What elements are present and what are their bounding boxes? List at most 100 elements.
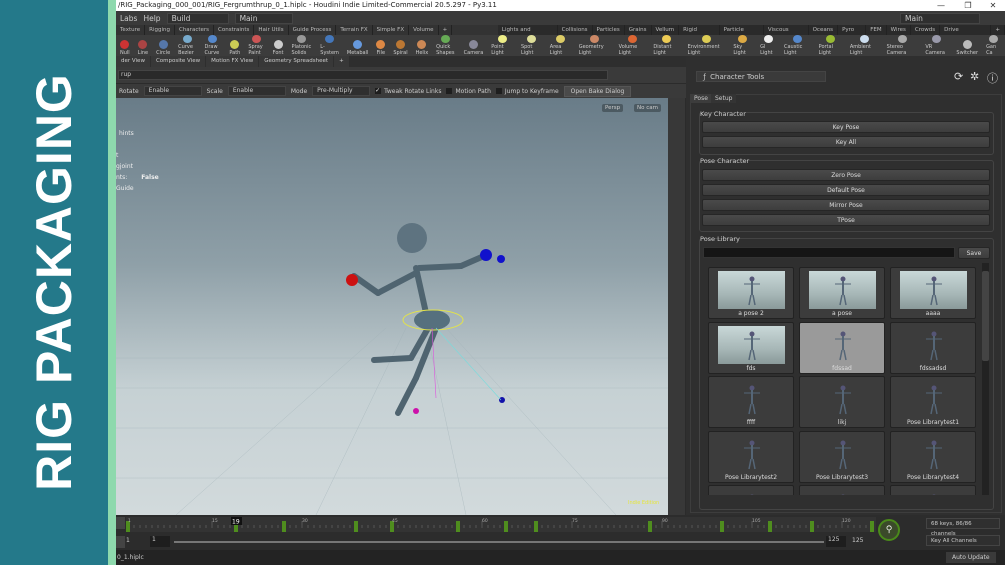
tweak-rotate-checkbox[interactable]: ✓ Tweak Rotate Links: [375, 88, 441, 95]
close-button[interactable]: ✕: [983, 0, 1003, 11]
shelf-tool[interactable]: Font: [269, 35, 288, 56]
key-mode-select[interactable]: Key All Channels: [926, 535, 1000, 546]
shelf-tab[interactable]: Lights and Cameras: [498, 25, 558, 43]
viewport[interactable]: Persp No cam hints t gjoint nts: False Gu…: [116, 98, 668, 515]
camera-menu[interactable]: Persp: [602, 104, 624, 112]
key-all-button[interactable]: Key All: [702, 136, 990, 148]
shelf-tool[interactable]: Camera: [460, 35, 488, 56]
shelf-tool[interactable]: Point Light: [487, 35, 517, 56]
tab-setup[interactable]: Setup: [711, 94, 737, 103]
refresh-icon[interactable]: ⟳: [954, 70, 963, 83]
viewport-toolbar[interactable]: [668, 98, 685, 515]
update-mode-select[interactable]: Auto Update: [946, 552, 996, 563]
help-icon[interactable]: ⓘ: [987, 70, 998, 86]
playback-end-field[interactable]: 125: [826, 536, 846, 547]
pose-thumbnail[interactable]: [890, 485, 976, 495]
pose-thumbnail[interactable]: [799, 485, 885, 495]
pose-thumbnail[interactable]: aaaa: [890, 267, 976, 319]
pose-thumbnail[interactable]: Pose Librarytest2: [708, 430, 794, 483]
playback-start-field[interactable]: 1: [150, 536, 170, 547]
shelf-tab[interactable]: Collisions: [558, 25, 593, 35]
motion-path-checkbox[interactable]: Motion Path: [446, 88, 491, 95]
shelf-tab[interactable]: Vellum: [652, 25, 680, 35]
shelf-tab[interactable]: Guide Process: [289, 25, 337, 35]
pane-tab[interactable]: Motion FX View: [206, 56, 259, 67]
shelf-tool[interactable]: Path: [225, 35, 244, 56]
shelf-tool[interactable]: GI Light: [756, 35, 780, 56]
shelf-tool[interactable]: Area Light: [546, 35, 575, 56]
pose-name-input[interactable]: [703, 247, 955, 258]
mode-select[interactable]: Pre-Multiply: [312, 86, 371, 96]
shelf-tool[interactable]: Spiral: [389, 35, 411, 56]
shelf-tool[interactable]: Metaball: [343, 35, 372, 56]
mirror-pose-button[interactable]: Mirror Pose: [702, 199, 990, 211]
shelf-tab[interactable]: Constraints: [214, 25, 255, 35]
pose-thumbnail[interactable]: ffff: [708, 376, 794, 428]
path-field[interactable]: rup: [118, 70, 608, 80]
shelf-tool[interactable]: Environment Light: [684, 35, 730, 56]
pose-library-scrollbar[interactable]: [982, 263, 989, 495]
desktop-select[interactable]: Build: [166, 12, 229, 24]
timeline-toggle-icon[interactable]: [116, 517, 125, 529]
shelf-tool[interactable]: Gan Ca: [982, 35, 1005, 56]
keys-info[interactable]: 68 keys, 86/86 channels: [926, 518, 1000, 537]
pose-thumbnail[interactable]: [708, 485, 794, 495]
save-pose-button[interactable]: Save: [958, 247, 990, 259]
shelf-tab[interactable]: Terrain FX: [336, 25, 373, 35]
shelf-tool[interactable]: Curve Bezier: [174, 35, 200, 56]
default-pose-button[interactable]: Default Pose: [702, 184, 990, 196]
pane-tab[interactable]: +: [334, 56, 349, 67]
shelf-tool[interactable]: Volume Light: [615, 35, 650, 56]
shelf-tool[interactable]: Platonic Solids: [288, 35, 317, 56]
shelf-tab[interactable]: Oceans: [809, 25, 839, 35]
rotate-select[interactable]: Enable: [143, 86, 202, 96]
pose-thumbnail[interactable]: Pose Librarytest3: [799, 430, 885, 483]
workspace-select[interactable]: Main: [234, 12, 293, 24]
scale-select[interactable]: Enable: [227, 86, 286, 96]
shelf-tool[interactable]: Spray Paint: [244, 35, 268, 56]
minimize-button[interactable]: —: [931, 0, 951, 11]
shelf-tab[interactable]: Volume: [409, 25, 439, 35]
shelf-tab[interactable]: FEM: [866, 25, 887, 35]
shelf-tab[interactable]: Particle Fluids: [720, 25, 764, 43]
shelf-tool[interactable]: VR Camera: [921, 35, 952, 56]
camera-select[interactable]: No cam: [634, 104, 661, 112]
pose-thumbnail[interactable]: likj: [799, 376, 885, 428]
shelf-tool[interactable]: Line: [134, 35, 152, 56]
shelf-tool[interactable]: Portal Light: [815, 35, 846, 56]
shelf-tab[interactable]: Texture: [116, 25, 146, 35]
pose-thumbnail[interactable]: Pose Librarytest4: [890, 430, 976, 483]
shelf-tool[interactable]: L-System: [316, 35, 343, 56]
shelf-tool[interactable]: Switcher: [952, 35, 982, 56]
pose-thumbnail[interactable]: fds: [708, 321, 794, 374]
range-end-field[interactable]: 125: [852, 537, 863, 544]
pose-thumbnail[interactable]: fdssad: [799, 321, 885, 374]
shelf-tab[interactable]: Hair Utils: [254, 25, 289, 35]
key-pose-button[interactable]: Key Pose: [702, 121, 990, 133]
shelf-tab[interactable]: Wires: [887, 25, 911, 35]
shelf-tool[interactable]: Quick Shapes: [432, 35, 459, 56]
jump-keyframe-checkbox[interactable]: Jump to Keyframe: [495, 88, 559, 95]
restore-button[interactable]: ❐: [958, 0, 978, 11]
shelf-tab[interactable]: Simple FX: [373, 25, 410, 35]
open-bake-dialog-button[interactable]: Open Bake Dialog: [563, 85, 632, 97]
pane-tab[interactable]: der View: [116, 56, 150, 67]
shelf-tab[interactable]: Grains: [625, 25, 652, 35]
pane-tab[interactable]: Composite View: [150, 56, 206, 67]
shelf-tool[interactable]: Circle: [152, 35, 174, 56]
right-workspace-select[interactable]: Main: [900, 12, 980, 24]
shelf-tool[interactable]: Null: [116, 35, 134, 56]
pose-thumbnail[interactable]: fdssadsd: [890, 321, 976, 374]
range-toggle-icon[interactable]: [116, 536, 125, 548]
shelf-tab[interactable]: Characters: [175, 25, 215, 35]
menu-help[interactable]: Help: [143, 14, 160, 23]
pose-thumbnail[interactable]: Pose Librarytest1: [890, 376, 976, 428]
pose-thumbnail[interactable]: a pose 2: [708, 267, 794, 319]
tpose-button[interactable]: TPose: [702, 214, 990, 226]
shelf-tab[interactable]: Crowds: [911, 25, 941, 35]
shelf-tab[interactable]: Particles: [593, 25, 625, 35]
range-slider[interactable]: [174, 541, 824, 543]
shelf-tool[interactable]: Helix: [412, 35, 433, 56]
shelf-tab[interactable]: Pyro FX: [838, 25, 867, 43]
pose-thumbnail[interactable]: a pose: [799, 267, 885, 319]
